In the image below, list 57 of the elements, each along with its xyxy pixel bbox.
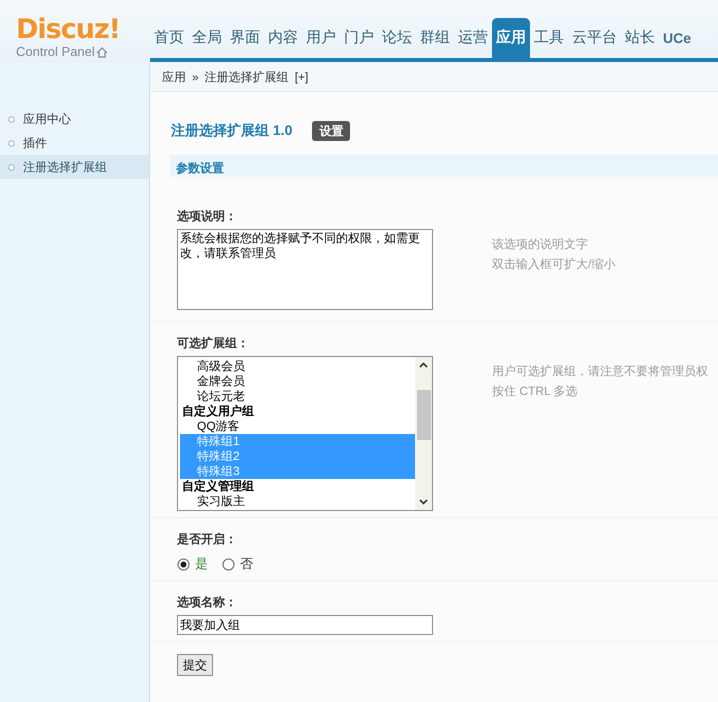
- home-icon: [96, 46, 108, 58]
- submit-button[interactable]: 提交: [177, 654, 213, 676]
- hint-text: 该选项的说明文字: [492, 236, 589, 253]
- nav-tab[interactable]: 运营: [454, 18, 492, 58]
- nav-tab[interactable]: 群组: [416, 18, 454, 58]
- breadcrumb-link[interactable]: 应用: [162, 68, 186, 86]
- list-option[interactable]: QQ游客: [178, 419, 415, 434]
- sidebar-item[interactable]: 注册选择扩展组: [0, 155, 149, 179]
- radio-option[interactable]: 否: [222, 554, 253, 574]
- scrollbar[interactable]: [415, 357, 432, 510]
- sidebar-item[interactable]: 应用中心: [0, 107, 149, 131]
- logo-subtitle: Control Panel: [16, 44, 95, 60]
- nav-tab[interactable]: 用户: [302, 18, 340, 58]
- list-option[interactable]: 实习版主: [178, 494, 415, 509]
- field-label: 是否开启：: [176, 531, 238, 548]
- nav-tab[interactable]: 门户: [340, 18, 378, 58]
- list-option[interactable]: 金牌会员: [178, 374, 415, 389]
- field-label: 可选扩展组：: [176, 335, 250, 352]
- option-group-label: 自定义用户组: [181, 404, 255, 419]
- hint-text: 用户可选扩展组，请注意不要将管理员权: [492, 363, 708, 380]
- nav-tab[interactable]: 论坛: [378, 18, 416, 58]
- nav-tab[interactable]: UCe: [659, 18, 696, 58]
- textarea-field[interactable]: 系统会根据您的选择赋予不同的权限，如需更改，请联系管理员: [177, 229, 433, 310]
- listbox[interactable]: 高级会员 金牌会员 论坛元老 自定义用户组 QQ游客 特殊组1 特殊组2 特殊组3 自定义管理组 实习版主: [177, 356, 433, 511]
- radio-option[interactable]: 是: [177, 554, 208, 574]
- sidebar-item[interactable]: 插件: [0, 131, 149, 155]
- scroll-down-icon[interactable]: [419, 499, 428, 505]
- bullet-icon: [8, 164, 15, 170]
- nav-tab[interactable]: 工具: [530, 18, 568, 58]
- nav-tab[interactable]: 内容: [264, 18, 302, 58]
- nav-tab[interactable]: 云平台: [568, 18, 621, 58]
- list-option[interactable]: 高级会员: [178, 359, 415, 374]
- field-label: 选项说明：: [176, 208, 238, 225]
- nav-tab[interactable]: 应用: [492, 18, 530, 58]
- breadcrumb-separator: »: [192, 68, 199, 86]
- hint-text: 双击输入框可扩大/缩小: [492, 256, 616, 273]
- bullet-icon: [8, 140, 15, 146]
- field-label: 选项名称：: [176, 594, 238, 611]
- breadcrumb-link[interactable]: 注册选择扩展组: [204, 68, 289, 86]
- hint-text: 按住 CTRL 多选: [492, 383, 579, 400]
- nav-tab[interactable]: 界面: [226, 18, 264, 58]
- add-shortcut-link[interactable]: [+]: [294, 68, 308, 86]
- scroll-thumb[interactable]: [416, 390, 430, 440]
- text-field[interactable]: 我要加入组: [177, 615, 433, 635]
- section-header: 参数设置: [170, 155, 718, 179]
- nav-tab[interactable]: 站长: [621, 18, 659, 58]
- radio-icon[interactable]: [177, 558, 190, 570]
- page-title: 注册选择扩展组 1.0: [171, 121, 292, 140]
- radio-icon[interactable]: [222, 558, 235, 570]
- settings-button[interactable]: 设置: [312, 120, 350, 140]
- logo: Discuz!: [16, 16, 121, 43]
- bullet-icon: [8, 116, 15, 122]
- list-option[interactable]: 论坛元老: [178, 389, 415, 404]
- nav-tab[interactable]: 全局: [188, 18, 226, 58]
- option-group-label: 自定义管理组: [181, 479, 255, 494]
- nav-tab[interactable]: 首页: [150, 18, 188, 58]
- scroll-up-icon[interactable]: [419, 362, 428, 368]
